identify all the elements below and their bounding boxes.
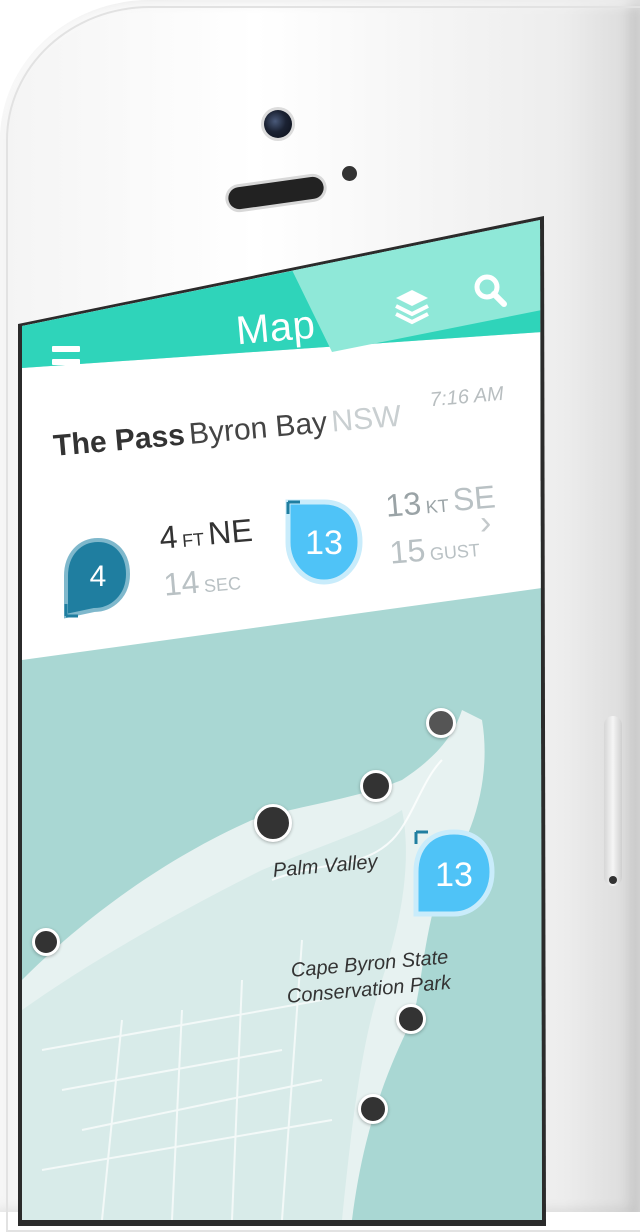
swell-period: 14 [162, 563, 201, 603]
map-marker[interactable] [254, 804, 292, 842]
wind-rating-badge: 13 [285, 499, 363, 585]
map-marker[interactable] [396, 1004, 426, 1034]
swell-height: 4 [158, 518, 179, 556]
wind-gust: 15 [388, 531, 427, 571]
wind-rating: 13 [305, 524, 343, 562]
sensor-icon [342, 166, 357, 181]
wind-gust-unit: GUST [429, 539, 481, 565]
wind-speed: 13 [384, 484, 423, 524]
swell-rating-badge: 4 [64, 537, 130, 619]
swell-info: 4 FT NE 14 SEC [158, 512, 258, 604]
menu-icon[interactable] [52, 346, 80, 388]
swell-period-unit: SEC [203, 573, 242, 597]
map-marker[interactable] [32, 928, 60, 956]
search-icon[interactable] [472, 272, 508, 308]
map-marker[interactable] [360, 770, 392, 802]
layers-icon[interactable] [392, 286, 432, 326]
wind-map-marker[interactable]: 13 [412, 828, 496, 928]
app-screen: 13 Palm Valley Cape Byron State Conserva… [22, 220, 542, 1220]
map-marker[interactable] [426, 708, 456, 738]
swell-rating: 4 [90, 560, 107, 593]
wind-map-marker-label: 13 [435, 856, 473, 894]
page-title: Map [234, 302, 318, 354]
swell-direction: NE [206, 511, 254, 552]
map-marker[interactable] [358, 1094, 388, 1124]
camera-icon [264, 110, 292, 138]
wind-speed-unit: KT [425, 495, 450, 518]
chevron-right-icon[interactable]: › [480, 504, 491, 543]
swell-height-unit: FT [181, 529, 205, 551]
spot-state: NSW [329, 399, 403, 439]
side-dot [609, 876, 617, 884]
side-button [604, 716, 622, 886]
